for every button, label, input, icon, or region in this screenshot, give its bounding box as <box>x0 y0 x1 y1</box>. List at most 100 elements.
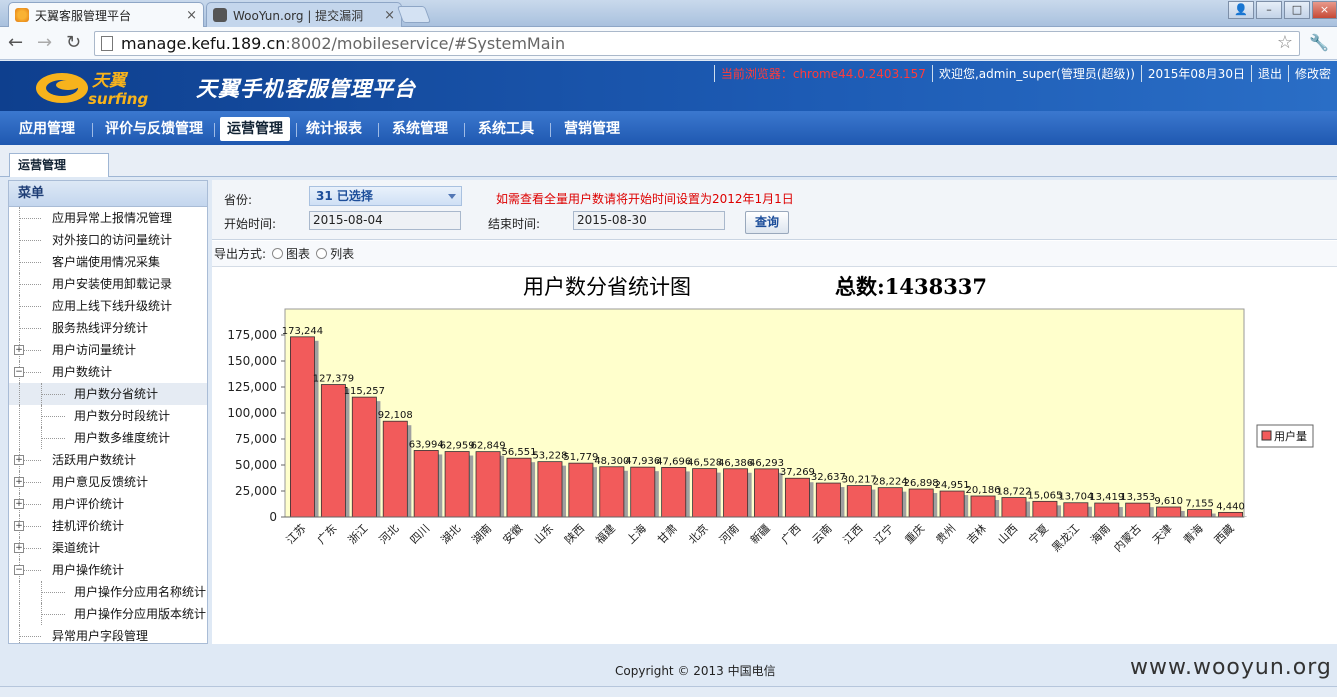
close-icon[interactable]: × <box>384 8 395 23</box>
sidebar-subitem[interactable]: 用户数分省统计 <box>9 383 207 405</box>
query-button[interactable]: 查询 <box>745 211 789 234</box>
sidebar-item-label: 对外接口的访问量统计 <box>52 233 173 247</box>
menu-divider <box>214 123 215 137</box>
browser-tab[interactable]: WooYun.org | 提交漏洞 × <box>206 2 402 27</box>
minimize-icon[interactable]: – <box>1256 1 1282 19</box>
expand-plus-icon[interactable]: + <box>14 345 24 355</box>
sidebar-item[interactable]: 应用上线下线升级统计 <box>9 295 207 317</box>
maximize-icon[interactable]: □ <box>1284 1 1310 19</box>
collapse-minus-icon[interactable]: − <box>14 367 24 377</box>
new-tab-button[interactable] <box>396 6 432 23</box>
bar <box>1032 500 1058 518</box>
logout-link[interactable]: 退出 <box>1250 65 1288 82</box>
end-time-input[interactable]: 2015-08-30 <box>573 211 725 230</box>
menu-marketing-management[interactable]: 营销管理 <box>557 117 627 141</box>
x-tick-label: 山东 <box>531 522 556 547</box>
start-time-input[interactable]: 2015-08-04 <box>309 211 461 230</box>
sidebar-item-label: 用户数分省统计 <box>74 387 159 401</box>
export-chart-radio[interactable] <box>272 248 284 259</box>
province-select[interactable]: 31 已选择 <box>309 186 462 206</box>
menu-feedback-management[interactable]: 评价与反馈管理 <box>98 117 210 141</box>
tab-operations-management[interactable]: 运营管理 <box>9 153 109 177</box>
x-tick-label: 山西 <box>995 522 1020 547</box>
user-icon[interactable]: 👤 <box>1228 1 1254 19</box>
expand-plus-icon[interactable]: + <box>14 521 24 531</box>
sidebar-subitem[interactable]: 用户操作分应用名称统计 <box>9 581 207 603</box>
sidebar-item[interactable]: + 用户意见反馈统计 <box>9 471 207 493</box>
sidebar-item[interactable]: 服务热线评分统计 <box>9 317 207 339</box>
sidebar-item[interactable]: 应用异常上报情况管理 <box>9 207 207 229</box>
y-tick-label: 75,000 <box>235 432 277 446</box>
sidebar-subitem[interactable]: 用户数多维度统计 <box>9 427 207 449</box>
bar <box>475 451 501 518</box>
menu-system-tools[interactable]: 系统工具 <box>471 117 541 141</box>
bar <box>630 466 656 518</box>
sidebar-item[interactable]: − 用户操作统计 <box>9 559 207 581</box>
x-tick-label: 北京 <box>685 521 710 546</box>
sidebar-subitem[interactable]: 用户操作分应用版本统计 <box>9 603 207 625</box>
export-list-radio[interactable] <box>316 248 328 259</box>
star-icon[interactable]: ☆ <box>1277 32 1293 53</box>
x-tick-label: 海南 <box>1087 521 1112 546</box>
menu-app-management[interactable]: 应用管理 <box>12 117 82 141</box>
x-tick-label: 安徽 <box>500 521 525 546</box>
bar <box>382 420 408 518</box>
start-time-label: 开始时间: <box>224 217 277 231</box>
tianyi-favicon-icon <box>15 8 29 22</box>
bar <box>754 468 779 518</box>
data-label: 51,779 <box>563 452 598 463</box>
chart-title: 用户数分省统计图 <box>523 275 691 299</box>
current-date: 2015年08月30日 <box>1140 65 1251 82</box>
sidebar-item[interactable]: 异常用户字段管理 <box>9 625 207 643</box>
menu-system-management[interactable]: 系统管理 <box>385 117 455 141</box>
reload-icon[interactable]: ↻ <box>66 33 81 53</box>
sidebar-item[interactable]: − 用户数统计 <box>9 361 207 383</box>
data-label: 28,224 <box>873 477 908 488</box>
sidebar-subitem[interactable]: 用户数分时段统计 <box>9 405 207 427</box>
sidebar-item[interactable]: 客户端使用情况采集 <box>9 251 207 273</box>
expand-plus-icon[interactable]: + <box>14 477 24 487</box>
bar <box>784 477 810 518</box>
bar <box>599 466 625 518</box>
window-close-icon[interactable]: × <box>1312 1 1337 19</box>
expand-plus-icon[interactable]: + <box>14 499 24 509</box>
sidebar-item[interactable]: + 用户访问量统计 <box>9 339 207 361</box>
bar <box>320 384 346 518</box>
x-tick-label: 新疆 <box>747 521 772 546</box>
sidebar-item-label: 用户数统计 <box>52 365 113 379</box>
tree-line <box>41 592 65 593</box>
change-password-link[interactable]: 修改密 <box>1287 65 1337 82</box>
collapse-minus-icon[interactable]: − <box>14 565 24 575</box>
filter-panel: 省份: 31 已选择 如需查看全量用户数请将开始时间设置为2012年1月1日 开… <box>212 180 1337 240</box>
bar <box>1063 502 1089 518</box>
menu-operations-management[interactable]: 运营管理 <box>220 117 290 141</box>
export-label: 导出方式: <box>214 247 267 261</box>
sidebar-item[interactable]: 对外接口的访问量统计 <box>9 229 207 251</box>
x-tick-label: 内蒙古 <box>1111 521 1144 554</box>
url-input[interactable]: manage.kefu.189.cn:8002/mobileservice/#S… <box>94 31 1300 56</box>
bar <box>413 450 439 518</box>
browser-tab-active[interactable]: 天翼客服管理平台 × <box>8 2 204 27</box>
bar <box>1125 502 1151 518</box>
sidebar-item[interactable]: 用户安装使用卸载记录 <box>9 273 207 295</box>
data-label: 24,951 <box>935 480 970 491</box>
sidebar-item-label: 应用上线下线升级统计 <box>52 299 173 313</box>
sidebar-item[interactable]: + 用户评价统计 <box>9 493 207 515</box>
sidebar-item[interactable]: + 挂机评价统计 <box>9 515 207 537</box>
forward-arrow-icon[interactable]: → <box>37 33 52 53</box>
legend-label: 用户量 <box>1274 429 1307 443</box>
x-tick-label: 河南 <box>717 522 742 547</box>
tree-line <box>19 328 41 329</box>
back-arrow-icon[interactable]: ← <box>8 33 23 53</box>
menu-statistics-reports[interactable]: 统计报表 <box>299 117 369 141</box>
end-time-label: 结束时间: <box>488 217 541 231</box>
province-select-value: 31 已选择 <box>316 189 373 203</box>
expand-plus-icon[interactable]: + <box>14 455 24 465</box>
close-icon[interactable]: × <box>186 8 197 23</box>
sidebar-item[interactable]: + 渠道统计 <box>9 537 207 559</box>
sidebar-item[interactable]: + 活跃用户数统计 <box>9 449 207 471</box>
bar <box>1156 506 1182 518</box>
wrench-icon[interactable]: 🔧 <box>1309 33 1329 52</box>
x-tick-label: 天津 <box>1150 522 1175 547</box>
expand-plus-icon[interactable]: + <box>14 543 24 553</box>
